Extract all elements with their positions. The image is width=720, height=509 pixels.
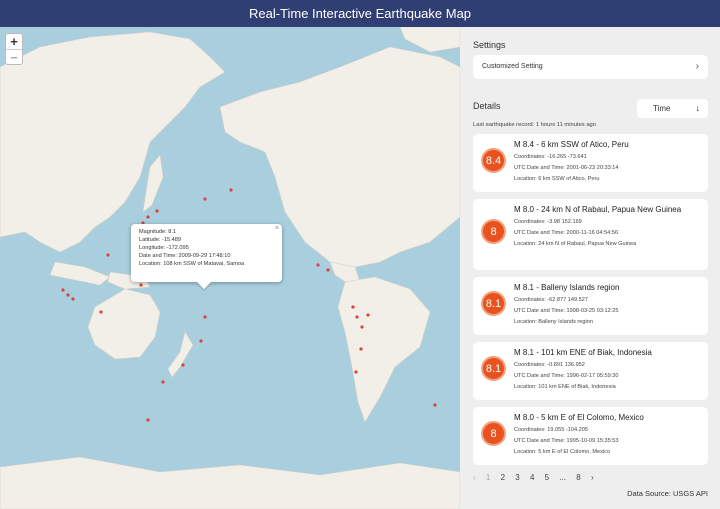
card-datetime: UTC Date and Time: 1998-03-25 03:12:25 bbox=[514, 308, 619, 314]
page-5-button[interactable]: 5 bbox=[545, 473, 549, 482]
card-title: M 8.1 - 101 km ENE of Biak, Indonesia bbox=[514, 348, 652, 357]
landmass-new-zealand bbox=[167, 331, 194, 378]
card-coordinates: Coordinates: 19.055 -104.205 bbox=[514, 427, 589, 433]
card-coordinates: Coordinates: -3.98 152.169 bbox=[514, 219, 582, 225]
prev-page-button[interactable]: ‹ bbox=[473, 473, 476, 482]
card-title: M 8.4 - 6 km SSW of Atico, Peru bbox=[514, 140, 629, 149]
quake-marker bbox=[199, 339, 203, 343]
data-source-label: Data Source: USGS API bbox=[627, 489, 708, 498]
landmass-eurasia bbox=[0, 31, 226, 253]
quake-marker bbox=[106, 253, 110, 257]
magnitude-badge: 8 bbox=[481, 421, 506, 446]
magnitude-badge: 8 bbox=[481, 219, 506, 244]
quake-marker bbox=[359, 347, 363, 351]
popup-longitude: Longitude: -172.095 bbox=[139, 245, 189, 251]
page-2-button[interactable]: 2 bbox=[501, 473, 505, 482]
last-record-text: Last earthquake record: 1 hours 11 minut… bbox=[473, 122, 596, 128]
landmass-se-asia bbox=[49, 261, 111, 286]
card-title: M 8.1 - Balleny Islands region bbox=[514, 283, 620, 292]
zoom-in-button[interactable]: + bbox=[6, 34, 22, 49]
card-location: Location: 6 km SSW of Atico, Peru bbox=[514, 176, 600, 182]
popup-datetime: Date and Time: 2009-09-29 17:48:10 bbox=[139, 253, 231, 259]
quake-marker bbox=[316, 263, 320, 267]
earthquake-map[interactable]: + − × Magnitude: 8.1 Latitude: -15.489 L… bbox=[0, 27, 460, 509]
card-title: M 8.0 - 24 km N of Rabaul, Papua New Gui… bbox=[514, 205, 682, 214]
magnitude-badge: 8.1 bbox=[481, 356, 506, 381]
zoom-control: + − bbox=[5, 33, 23, 65]
details-heading: Details bbox=[473, 101, 501, 111]
quake-marker bbox=[99, 310, 103, 314]
card-location: Location: Balleny Islands region bbox=[514, 319, 593, 325]
settings-heading: Settings bbox=[473, 40, 506, 50]
card-datetime: UTC Date and Time: 2000-11-16 04:54:56 bbox=[514, 230, 619, 236]
quake-marker bbox=[354, 370, 358, 374]
quake-marker bbox=[326, 268, 330, 272]
quake-marker bbox=[203, 197, 207, 201]
magnitude-badge: 8.1 bbox=[481, 291, 506, 316]
landmass-japan bbox=[142, 154, 164, 213]
card-location: Location: 5 km E of El Colomo, Mexico bbox=[514, 449, 611, 455]
page-1-button[interactable]: 1 bbox=[486, 473, 490, 482]
popup-latitude: Latitude: -15.489 bbox=[139, 237, 181, 243]
quake-marker bbox=[355, 315, 359, 319]
quake-marker bbox=[155, 209, 159, 213]
quake-marker bbox=[146, 418, 150, 422]
customized-setting-row[interactable]: Customized Setting › bbox=[473, 55, 708, 79]
earthquake-card[interactable]: 8.1 M 8.1 - Balleny Islands region Coord… bbox=[473, 277, 708, 335]
quake-marker bbox=[203, 315, 207, 319]
quake-marker bbox=[139, 283, 143, 287]
page-3-button[interactable]: 3 bbox=[515, 473, 519, 482]
quake-marker bbox=[229, 188, 233, 192]
page-8-button[interactable]: 8 bbox=[576, 473, 580, 482]
earthquake-card[interactable]: 8 M 8.0 - 5 km E of El Colomo, Mexico Co… bbox=[473, 407, 708, 465]
card-datetime: UTC Date and Time: 1995-10-09 15:35:53 bbox=[514, 438, 619, 444]
chevron-right-icon: › bbox=[695, 61, 699, 72]
card-location: Location: 101 km ENE of Biak, Indonesia bbox=[514, 384, 616, 390]
card-coordinates: Coordinates: -62.877 149.527 bbox=[514, 297, 589, 303]
next-page-button[interactable]: › bbox=[591, 473, 594, 482]
quake-marker bbox=[181, 363, 185, 367]
card-datetime: UTC Date and Time: 2001-06-23 20:33:14 bbox=[514, 165, 619, 171]
quake-marker bbox=[433, 403, 437, 407]
side-panel: Settings Customized Setting › Details Ti… bbox=[460, 27, 720, 509]
earthquake-card[interactable]: 8.4 M 8.4 - 6 km SSW of Atico, Peru Coor… bbox=[473, 134, 708, 192]
card-datetime: UTC Date and Time: 1996-02-17 05:59:30 bbox=[514, 373, 619, 379]
sort-by-time-button[interactable]: Time ↓ bbox=[637, 99, 708, 118]
popup-magnitude: Magnitude: 8.1 bbox=[139, 229, 177, 235]
app-title: Real-Time Interactive Earthquake Map bbox=[0, 0, 720, 27]
quake-marker bbox=[366, 313, 370, 317]
quake-marker bbox=[360, 325, 364, 329]
sort-label: Time bbox=[653, 104, 671, 113]
quake-marker bbox=[71, 297, 75, 301]
pagination: ‹ 1 2 3 4 5 ... 8 › bbox=[473, 473, 602, 482]
earthquake-popup: × Magnitude: 8.1 Latitude: -15.489 Longi… bbox=[131, 224, 282, 290]
zoom-out-button[interactable]: − bbox=[6, 49, 22, 65]
quake-marker bbox=[146, 215, 150, 219]
arrow-down-icon: ↓ bbox=[695, 103, 701, 113]
card-title: M 8.0 - 5 km E of El Colomo, Mexico bbox=[514, 413, 644, 422]
magnitude-badge: 8.4 bbox=[481, 148, 506, 173]
earthquake-card[interactable]: 8.1 M 8.1 - 101 km ENE of Biak, Indonesi… bbox=[473, 342, 708, 400]
landmass-antarctica bbox=[0, 456, 460, 509]
landmass-greenland bbox=[399, 27, 460, 53]
landmass-australia bbox=[87, 288, 161, 360]
card-coordinates: Coordinates: -0.891 136.952 bbox=[514, 362, 585, 368]
quake-marker bbox=[351, 305, 355, 309]
earthquake-list: 8.4 M 8.4 - 6 km SSW of Atico, Peru Coor… bbox=[473, 134, 708, 472]
popup-location: Location: 108 km SSW of Matavai, Samoa bbox=[139, 261, 245, 267]
quake-marker bbox=[161, 380, 165, 384]
card-location: Location: 24 km N of Rabaul, Papua New G… bbox=[514, 241, 637, 247]
landmass-south-america bbox=[337, 276, 431, 423]
page-4-button[interactable]: 4 bbox=[530, 473, 534, 482]
customized-setting-label: Customized Setting bbox=[482, 63, 543, 70]
quake-marker bbox=[61, 288, 65, 292]
earthquake-card[interactable]: 8 M 8.0 - 24 km N of Rabaul, Papua New G… bbox=[473, 199, 708, 270]
quake-marker bbox=[66, 293, 70, 297]
card-coordinates: Coordinates: -16.265 -73.641 bbox=[514, 154, 587, 160]
popup-close-button[interactable]: × bbox=[275, 225, 279, 233]
page-ellipsis: ... bbox=[559, 473, 567, 482]
